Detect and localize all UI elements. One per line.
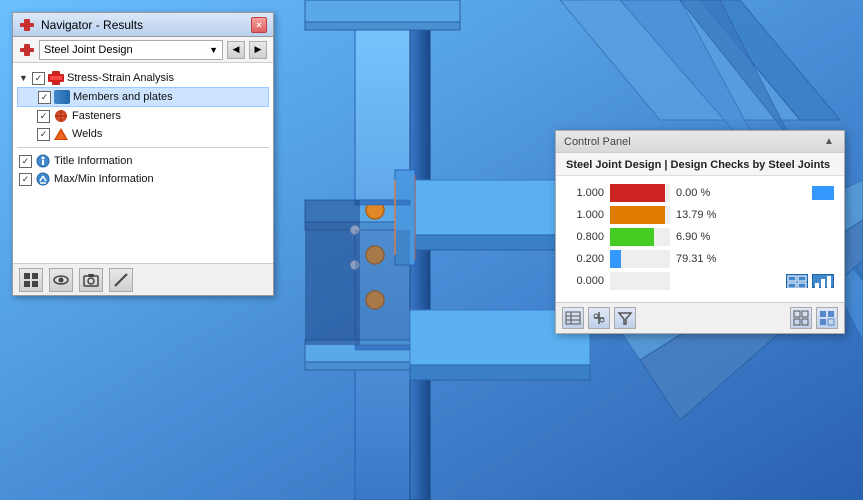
navigator-dropdown-row: Steel Joint Design ▼ ◀ ▶ [13, 37, 273, 63]
line-button[interactable] [109, 268, 133, 292]
expand-arrow-stress[interactable]: ▼ [19, 73, 29, 83]
members-plates-label: Members and plates [73, 91, 173, 103]
checkbox-welds[interactable] [37, 128, 50, 141]
welds-label: Welds [72, 128, 102, 140]
chart-indicator-grid[interactable] [786, 274, 808, 288]
maxmin-info-icon [35, 172, 51, 186]
chart-row-4: 0.000 [566, 272, 834, 290]
chart-bar-container-0 [610, 184, 670, 202]
chart-value-3: 0.200 [566, 253, 604, 265]
title-info-icon [35, 154, 51, 168]
chart-row-3: 0.200 79.31 % [566, 250, 834, 268]
control-panel-title: Control Panel [564, 136, 631, 148]
tree-item-welds[interactable]: Welds [17, 125, 269, 143]
checkbox-title-info[interactable] [19, 155, 32, 168]
members-icon [54, 90, 70, 104]
chart-bar-1 [610, 206, 665, 224]
nav-next-button[interactable]: ▶ [249, 41, 267, 59]
control-panel-chart: 1.000 0.00 % 1.000 13.79 % 0.800 6.90 % … [556, 176, 844, 302]
chart-value-1: 1.000 [566, 209, 604, 221]
welds-icon [53, 127, 69, 141]
cp-filter-button[interactable] [614, 307, 636, 329]
navigator-footer [13, 263, 273, 295]
control-panel: Control Panel ▲ Steel Joint Design | Des… [555, 130, 845, 334]
control-panel-header: Steel Joint Design | Design Checks by St… [556, 153, 844, 176]
chart-bar-container-2 [610, 228, 670, 246]
tree-item-maxmin-info[interactable]: Max/Min Information [17, 170, 269, 188]
design-type-dropdown[interactable]: Steel Joint Design ▼ [39, 40, 223, 60]
chart-value-0: 1.000 [566, 187, 604, 199]
chart-value-4: 0.000 [566, 275, 604, 287]
chart-bar-container-4 [610, 272, 670, 290]
cp-grid-icon-button[interactable] [790, 307, 812, 329]
control-panel-expand-button[interactable]: ▲ [822, 135, 836, 149]
stress-strain-icon [48, 71, 64, 85]
chart-pct-1: 13.79 % [676, 209, 726, 221]
cp-table-button[interactable] [562, 307, 584, 329]
chart-pct-3: 79.31 % [676, 253, 726, 265]
chart-indicator-0 [812, 186, 834, 200]
camera-button[interactable] [79, 268, 103, 292]
chart-row-0: 1.000 0.00 % [566, 184, 834, 202]
title-info-label: Title Information [54, 155, 132, 167]
navigator-title: Navigator - Results [41, 18, 143, 32]
chart-value-2: 0.800 [566, 231, 604, 243]
navigator-titlebar: Navigator - Results × [13, 13, 273, 37]
checkbox-stress-strain[interactable] [32, 72, 45, 85]
chart-pct-0: 0.00 % [676, 187, 726, 199]
tree-item-stress-strain[interactable]: ▼ Stress-Strain Analysis [17, 69, 269, 87]
tree-item-fasteners[interactable]: Fasteners [17, 107, 269, 125]
control-panel-titlebar: Control Panel ▲ [556, 131, 844, 153]
chart-row-2: 0.800 6.90 % [566, 228, 834, 246]
chart-bar-container-3 [610, 250, 670, 268]
cp-scale-button[interactable] [588, 307, 610, 329]
tree-item-title-info[interactable]: Title Information [17, 152, 269, 170]
cp-settings-icon-button[interactable] [816, 307, 838, 329]
eye-view-button[interactable] [49, 268, 73, 292]
fasteners-icon [53, 109, 69, 123]
checkbox-members-plates[interactable] [38, 91, 51, 104]
maxmin-info-label: Max/Min Information [54, 173, 154, 185]
tree-separator [17, 147, 269, 148]
chart-pct-2: 6.90 % [676, 231, 726, 243]
navigator-panel: Navigator - Results × Steel Joint Design… [12, 12, 274, 296]
chart-bar-0 [610, 184, 665, 202]
chart-indicator-chart[interactable] [812, 274, 834, 288]
navigator-tree: ▼ Stress-Strain Analysis Members and pla… [13, 63, 273, 263]
nav-prev-button[interactable]: ◀ [227, 41, 245, 59]
checkbox-fasteners[interactable] [37, 110, 50, 123]
checkbox-maxmin-info[interactable] [19, 173, 32, 186]
grid-view-button[interactable] [19, 268, 43, 292]
chart-bar-container-1 [610, 206, 670, 224]
control-panel-footer [556, 302, 844, 333]
fasteners-label: Fasteners [72, 110, 121, 122]
chart-row-1: 1.000 13.79 % [566, 206, 834, 224]
steel-joint-tree-icon [19, 43, 35, 57]
chart-bar-2 [610, 228, 654, 246]
cp-footer-right [790, 307, 838, 329]
navigator-close-button[interactable]: × [251, 17, 267, 33]
stress-strain-label: Stress-Strain Analysis [67, 72, 174, 84]
chart-bar-3 [610, 250, 621, 268]
steel-joint-icon [19, 18, 35, 32]
tree-item-members-plates[interactable]: Members and plates [17, 87, 269, 107]
